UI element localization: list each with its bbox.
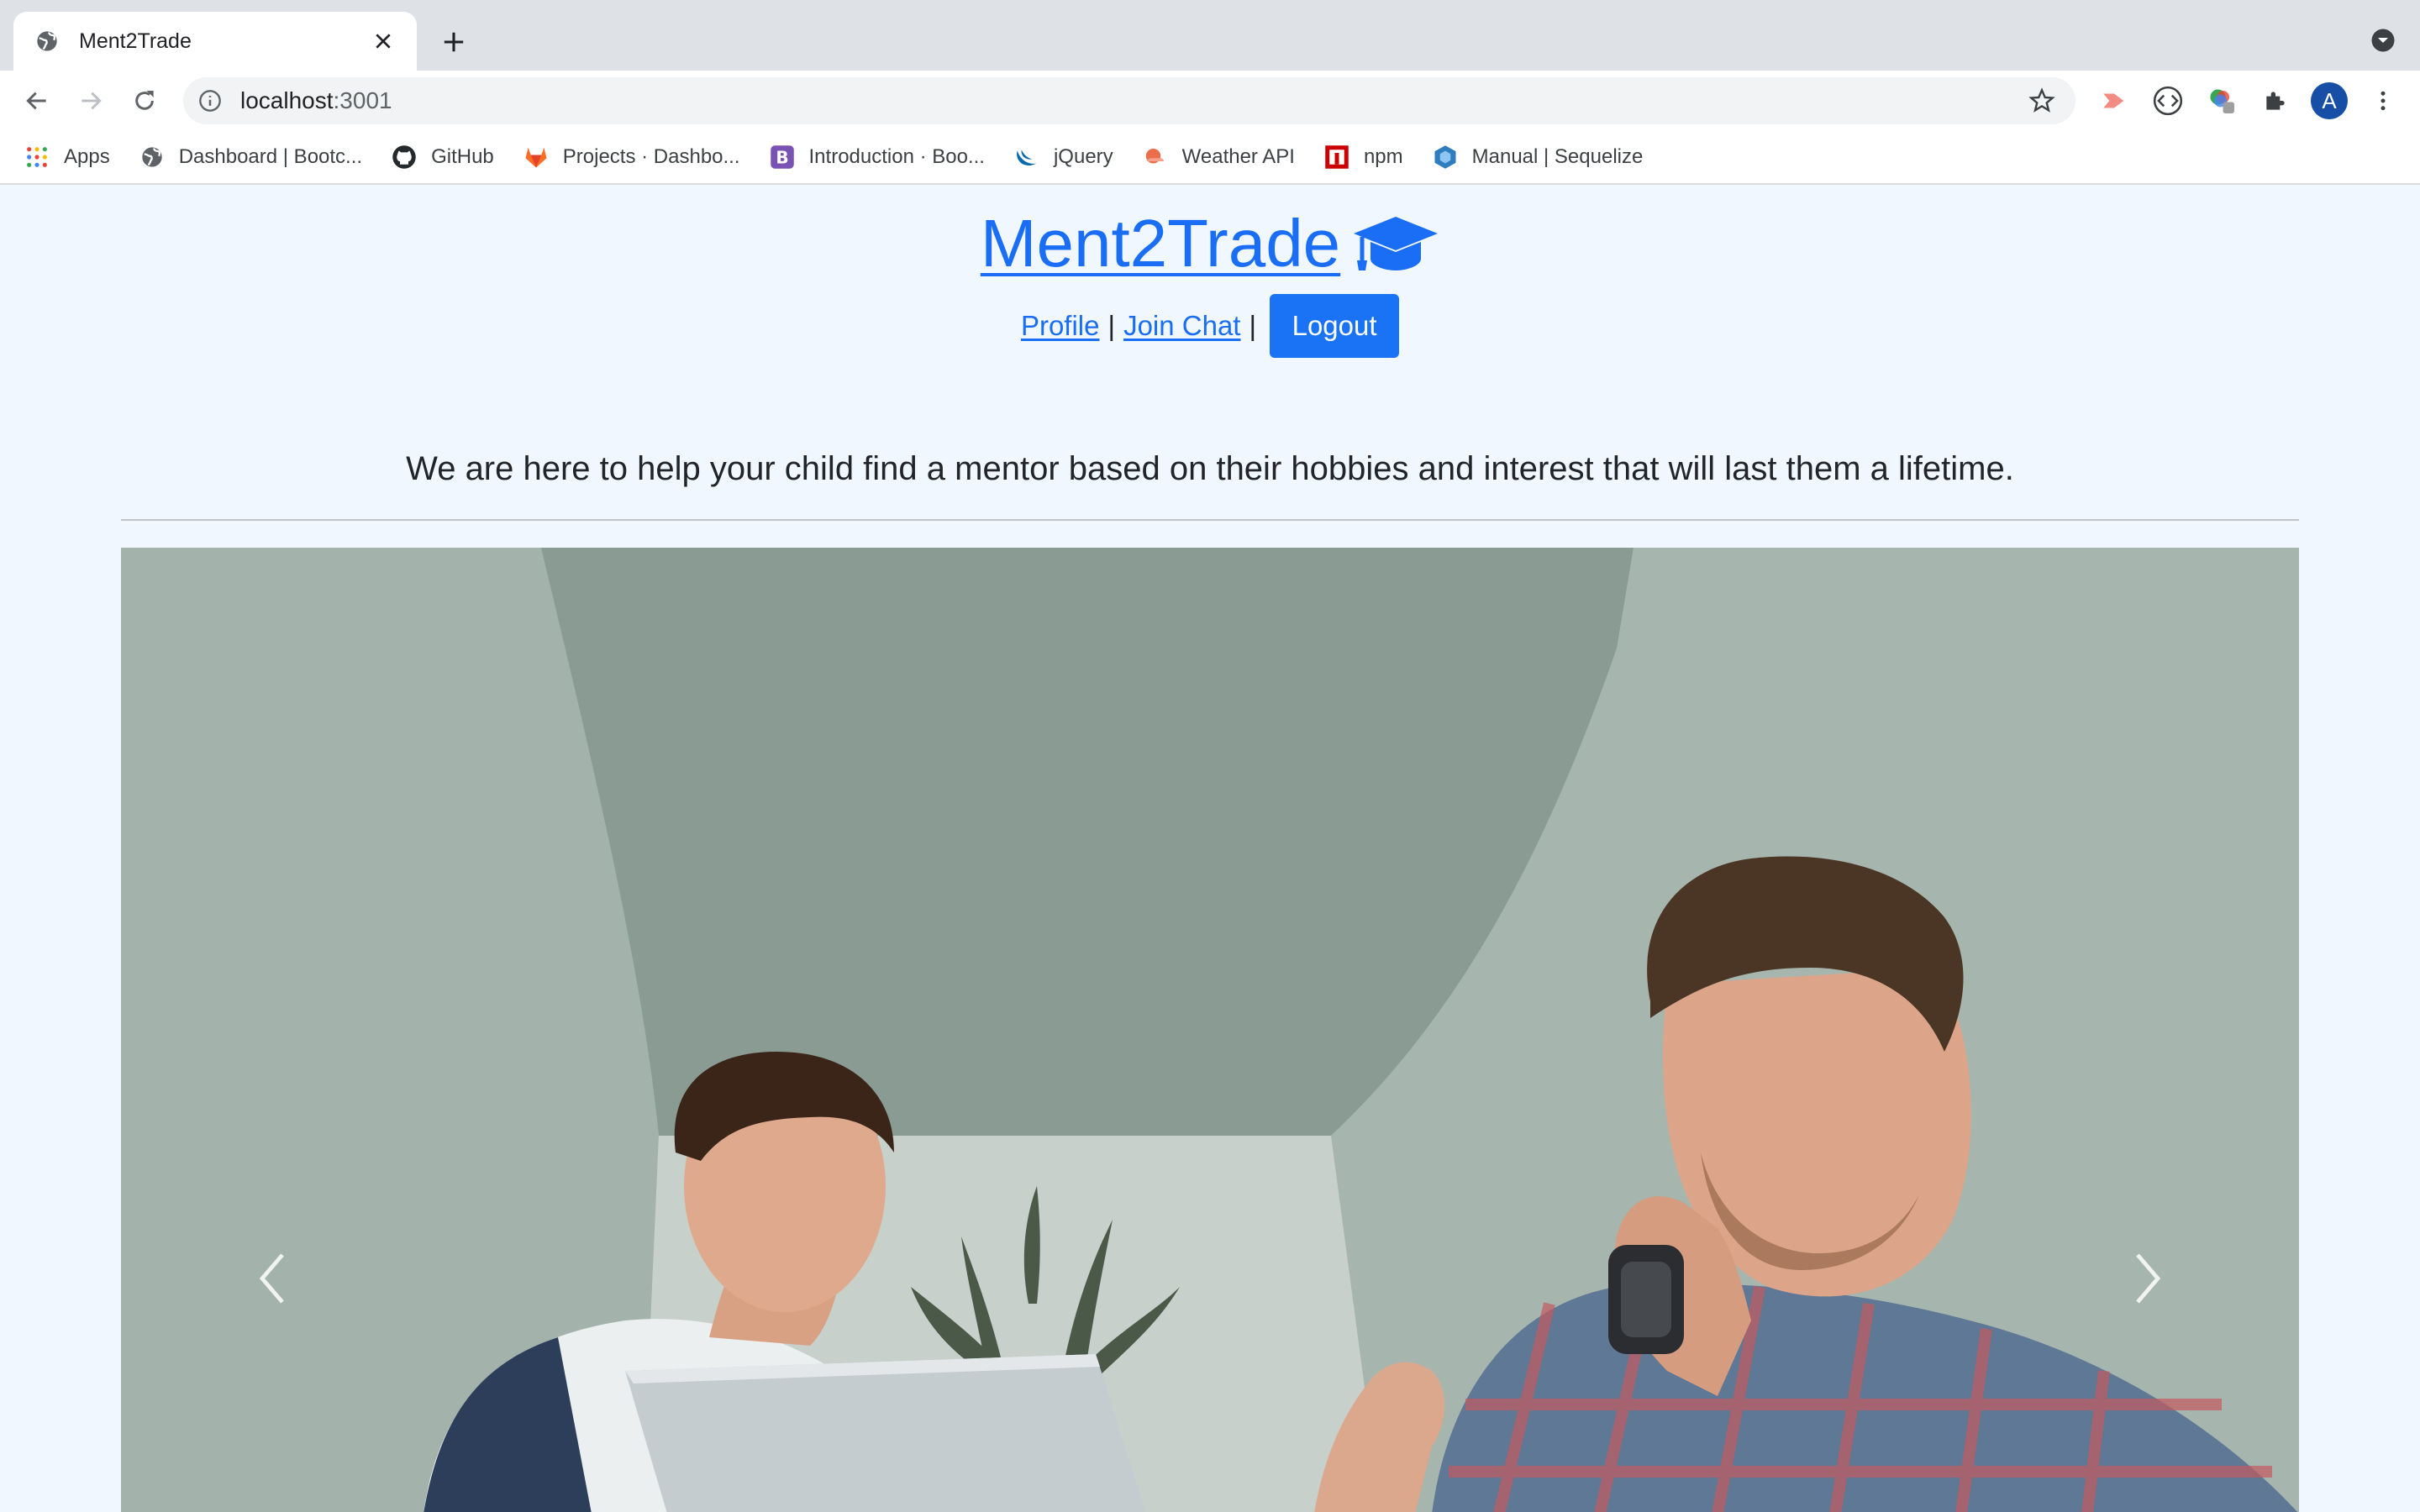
hero-carousel[interactable] xyxy=(121,548,2299,1512)
forward-button[interactable] xyxy=(72,82,109,119)
arrow-right-icon xyxy=(82,92,102,110)
arrow-left-icon xyxy=(26,92,46,110)
bookmark-label: GitHub xyxy=(431,145,494,168)
chevron-right-icon xyxy=(2136,1253,2161,1304)
gitlab-icon xyxy=(523,144,550,171)
graduation-cap-icon xyxy=(1354,217,1439,270)
bookmark-github[interactable]: GitHub xyxy=(391,144,494,171)
reload-icon xyxy=(135,91,154,110)
tab-title: Ment2Trade xyxy=(79,29,192,53)
svg-text:B: B xyxy=(776,148,788,168)
join-chat-link[interactable]: Join Chat xyxy=(1123,310,1240,342)
extension-code-icon[interactable] xyxy=(2151,84,2185,118)
extension-color-icon[interactable] xyxy=(2205,84,2238,118)
page-content: Ment2Trade Profile | Join Chat | Logout … xyxy=(0,186,2420,1512)
bookmark-label: Projects · Dashbo... xyxy=(562,145,740,168)
bookmark-sequelize[interactable]: Manual | Sequelize xyxy=(1432,144,1644,171)
profile-link[interactable]: Profile xyxy=(1021,310,1100,342)
bookmark-gitlab[interactable]: Projects · Dashbo... xyxy=(523,144,740,171)
bookmark-apps[interactable]: Apps xyxy=(24,144,110,171)
npm-icon xyxy=(1323,144,1350,171)
github-icon xyxy=(391,144,418,171)
nav-separator: | xyxy=(1107,310,1116,341)
new-tab-button[interactable] xyxy=(437,25,471,59)
puzzle-icon[interactable] xyxy=(2259,84,2292,118)
bookmark-label: Dashboard | Bootc... xyxy=(178,145,363,168)
bookmark-label: Manual | Sequelize xyxy=(1471,145,1644,168)
bookmark-dashboard[interactable]: Dashboard | Bootc... xyxy=(139,144,362,171)
bookmark-jquery[interactable]: jQuery xyxy=(1013,144,1113,171)
logout-button[interactable]: Logout xyxy=(1270,294,1400,358)
bookmark-label: Apps xyxy=(64,145,110,168)
brand-name: Ment2Trade xyxy=(980,206,1341,281)
bookmark-npm[interactable]: npm xyxy=(1323,144,1403,171)
extension-arrow-icon[interactable] xyxy=(2097,84,2131,118)
bookmarks-bar: Apps Dashboard | Bootc... GitHub Project… xyxy=(0,131,2420,185)
carousel-next-button[interactable] xyxy=(2123,1245,2173,1312)
carousel-image xyxy=(121,548,2299,1512)
globe-icon xyxy=(139,144,166,171)
more-vert-icon[interactable] xyxy=(2366,84,2400,118)
bookmark-bootstrap[interactable]: B Introduction · Boo... xyxy=(769,144,985,171)
avatar[interactable]: A xyxy=(2311,82,2348,119)
tab-search-icon[interactable] xyxy=(2368,25,2398,55)
browser-toolbar: localhost:3001 A xyxy=(0,71,2420,131)
apps-grid-icon xyxy=(24,144,50,171)
close-icon[interactable] xyxy=(370,28,397,55)
url-port: :3001 xyxy=(333,87,392,113)
browser-tab[interactable]: Ment2Trade xyxy=(13,12,417,71)
globe-icon xyxy=(34,28,60,55)
bookmark-label: npm xyxy=(1363,145,1403,168)
bootstrap-icon: B xyxy=(769,144,796,171)
nav-separator: | xyxy=(1249,310,1257,341)
address-bar[interactable]: localhost:3001 xyxy=(183,77,2075,124)
main-nav: Profile | Join Chat | Logout xyxy=(0,294,2420,358)
back-button[interactable] xyxy=(18,82,55,119)
divider xyxy=(121,519,2299,521)
brand-link[interactable]: Ment2Trade xyxy=(981,205,1439,282)
tab-strip: Ment2Trade xyxy=(0,0,2420,71)
sequelize-icon xyxy=(1432,144,1459,171)
carousel-prev-button[interactable] xyxy=(247,1245,297,1312)
chevron-left-icon xyxy=(259,1253,284,1304)
jquery-icon xyxy=(1013,144,1040,171)
weather-icon xyxy=(1142,144,1169,171)
star-icon[interactable] xyxy=(2027,86,2057,116)
bookmark-label: Weather API xyxy=(1181,145,1295,168)
info-icon[interactable] xyxy=(197,87,224,114)
bookmark-label: Introduction · Boo... xyxy=(808,145,985,168)
tagline: We are here to help your child find a me… xyxy=(406,450,2014,487)
url-text: localhost:3001 xyxy=(240,87,392,114)
reload-button[interactable] xyxy=(126,82,163,119)
bookmark-label: jQuery xyxy=(1053,145,1113,168)
url-host: localhost xyxy=(240,87,334,113)
bookmark-weather[interactable]: Weather API xyxy=(1142,144,1295,171)
brand: Ment2Trade xyxy=(0,205,2420,282)
